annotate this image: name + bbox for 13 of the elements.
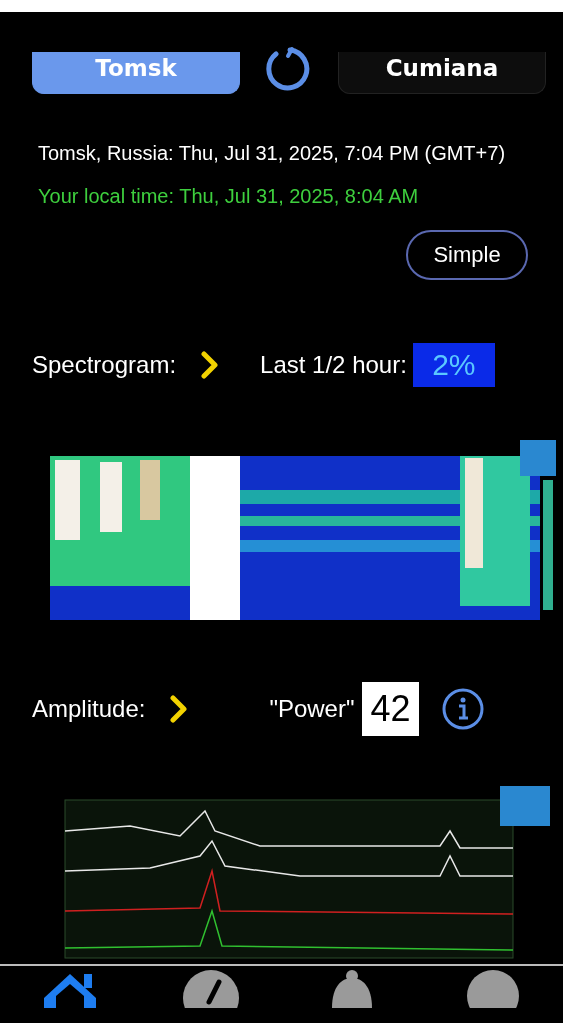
power-label: "Power" xyxy=(269,695,355,723)
chevron-icon[interactable] xyxy=(169,695,190,723)
city-tab[interactable]: Cumiana xyxy=(338,52,546,94)
period-label: Last 1/2 hour: xyxy=(260,351,407,379)
chevron-icon[interactable] xyxy=(200,351,221,379)
info-icon[interactable] xyxy=(440,687,485,731)
mode-button[interactable]: Simple xyxy=(406,230,528,280)
percent-value: 2% xyxy=(412,343,495,387)
spectrogram-label: Spectrogram: xyxy=(32,351,177,379)
amplitude-label: Amplitude: xyxy=(32,695,146,723)
local-time: Your local time: Thu, Jul 31, 2025, 8:04 AM xyxy=(38,185,420,208)
power-value: 42 xyxy=(362,682,419,736)
location-time: Tomsk, Russia: Thu, Jul 31, 2025, 7:04 PM (GMT+7) xyxy=(38,142,507,165)
